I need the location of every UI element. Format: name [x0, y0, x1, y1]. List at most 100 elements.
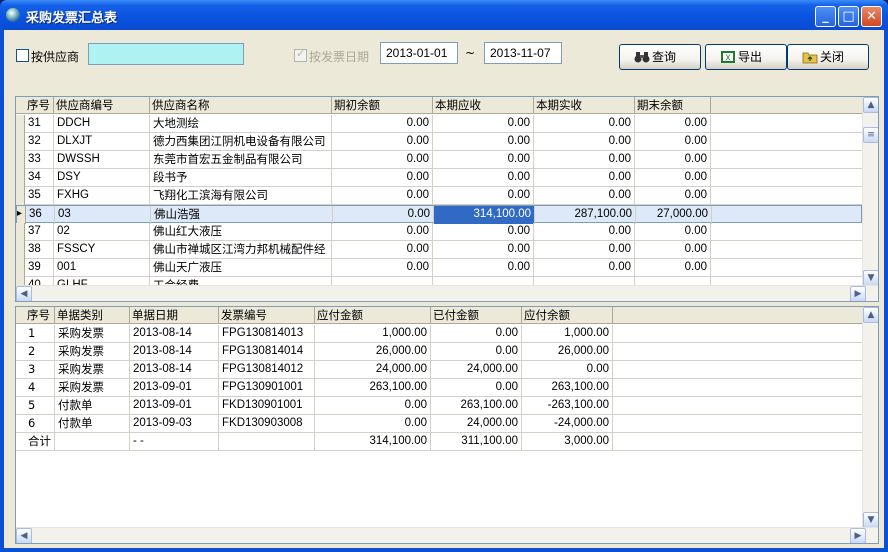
table-cell[interactable]: 0.00 — [332, 187, 433, 205]
row-pointer-icon[interactable]: ▸ — [17, 206, 26, 224]
date-to-input[interactable]: 2013-11-07 — [484, 42, 562, 64]
table-cell[interactable]: 0.00 — [534, 187, 635, 205]
column-header[interactable]: 应付金额 — [315, 307, 431, 324]
table-cell[interactable]: 付款单 — [55, 397, 130, 415]
column-header[interactable]: 序号 — [25, 97, 54, 114]
scroll-right-icon[interactable]: ▶ — [850, 286, 866, 301]
table-cell[interactable]: 0.00 — [534, 223, 635, 241]
table-cell[interactable]: 33 — [25, 151, 54, 169]
table-row[interactable]: ▸ 36 03 佛山浩强 0.00 314,100.00 287,100.00 27,000.… — [16, 205, 862, 224]
column-header[interactable]: 已付金额 — [431, 307, 522, 324]
table-cell[interactable]: 段书予 — [150, 169, 332, 187]
table-cell[interactable]: 314,100.00 — [434, 206, 535, 224]
table-cell[interactable]: 0.00 — [332, 133, 433, 151]
table-row[interactable]: 1 采购发票 2013-08-14 FPG130814013 1,000.00 0.00 1… — [16, 325, 862, 343]
table-cell[interactable]: 38 — [25, 241, 54, 259]
table-cell[interactable]: 287,100.00 — [535, 206, 636, 224]
close-window-button[interactable]: ✕ — [861, 6, 882, 27]
scroll-thumb[interactable]: ≡ — [863, 127, 878, 143]
table-cell[interactable] — [55, 433, 130, 451]
table-cell[interactable]: 合计 — [25, 433, 55, 451]
table-cell[interactable]: 飞翔化工滨海有限公司 — [150, 187, 332, 205]
table-cell[interactable]: 0.00 — [315, 397, 431, 415]
column-header[interactable]: 序号 — [25, 307, 55, 324]
table-row[interactable]: 合计 - - 314,100.00 311,100.00 3,000.00 — [16, 433, 862, 451]
table-cell[interactable]: 0.00 — [332, 241, 433, 259]
table-row[interactable]: 37 02 佛山红大液压 0.00 0.00 0.00 0.00 — [16, 223, 862, 241]
supplier-summary-grid[interactable]: 序号 供应商编号 供应商名称 期初余额 本期应收 本期实收 期末余额 31 DDCH 大地测绘 0.… — [15, 96, 879, 302]
table-cell[interactable]: DDCH — [54, 115, 150, 133]
table-cell[interactable]: 02 — [54, 223, 150, 241]
table-cell[interactable]: 佛山浩强 — [151, 206, 333, 224]
table-cell[interactable]: 付款单 — [55, 415, 130, 433]
scroll-up-icon[interactable]: ▲ — [863, 307, 878, 323]
table-cell[interactable]: FPG130814013 — [219, 325, 315, 343]
table-cell[interactable]: 1,000.00 — [522, 325, 613, 343]
table-cell[interactable]: 0.00 — [431, 343, 522, 361]
table-cell[interactable]: 0.00 — [635, 115, 711, 133]
table-cell[interactable]: 31 — [25, 115, 54, 133]
row-indicator[interactable] — [16, 169, 25, 187]
table-cell[interactable]: 东莞市首宏五金制品有限公司 — [150, 151, 332, 169]
column-header[interactable]: 应付余额 — [522, 307, 613, 324]
table-cell[interactable]: 0.00 — [635, 169, 711, 187]
table-cell[interactable]: 0.00 — [332, 223, 433, 241]
table-cell[interactable]: 0.00 — [433, 115, 534, 133]
table-cell[interactable]: 0.00 — [433, 223, 534, 241]
table-cell[interactable]: 0.00 — [635, 133, 711, 151]
invoice-detail-grid[interactable]: 序号 单据类别 单据日期 发票编号 应付金额 已付金额 应付余额 1 采购发票 2013-08-1… — [15, 306, 879, 544]
title-bar[interactable]: 采购发票汇总表 _ □ ✕ — [0, 0, 888, 30]
table-cell[interactable]: 采购发票 — [55, 379, 130, 397]
table-row[interactable]: 33 DWSSH 东莞市首宏五金制品有限公司 0.00 0.00 0.00 0.00 — [16, 151, 862, 169]
table-cell[interactable]: 2013-08-14 — [130, 361, 219, 379]
table-cell[interactable]: 39 — [25, 259, 54, 277]
table-cell[interactable]: 大地测绘 — [150, 115, 332, 133]
table-cell[interactable]: 0.00 — [534, 133, 635, 151]
table-cell[interactable]: 0.00 — [522, 361, 613, 379]
table-cell[interactable]: 35 — [25, 187, 54, 205]
table-cell[interactable]: 0.00 — [332, 115, 433, 133]
table-cell[interactable]: 263,100.00 — [522, 379, 613, 397]
table-cell[interactable]: DLXJT — [54, 133, 150, 151]
table-cell[interactable]: 0.00 — [635, 223, 711, 241]
horizontal-scrollbar[interactable]: ◀ ▶ — [16, 527, 878, 543]
table-cell[interactable]: 佛山天广液压 — [150, 259, 332, 277]
table-cell[interactable]: 佛山市禅城区江湾力邦机械配件经 — [150, 241, 332, 259]
export-button[interactable]: X 导出 — [705, 44, 787, 70]
table-cell[interactable]: 3,000.00 — [522, 433, 613, 451]
table-cell[interactable]: 德力西集团江阴机电设备有限公司 — [150, 133, 332, 151]
table-cell[interactable]: 37 — [25, 223, 54, 241]
table-cell[interactable]: FPG130814012 — [219, 361, 315, 379]
table-cell[interactable]: 26,000.00 — [315, 343, 431, 361]
table-cell[interactable]: 0.00 — [433, 241, 534, 259]
maximize-button[interactable]: □ — [838, 6, 859, 27]
column-header[interactable]: 本期应收 — [433, 97, 534, 114]
scroll-down-icon[interactable]: ▼ — [863, 270, 878, 286]
table-cell[interactable]: FPG130814014 — [219, 343, 315, 361]
table-cell[interactable]: - - — [130, 433, 219, 451]
table-cell[interactable]: -24,000.00 — [522, 415, 613, 433]
scroll-down-icon[interactable]: ▼ — [863, 512, 878, 528]
table-row[interactable]: 31 DDCH 大地测绘 0.00 0.00 0.00 0.00 — [16, 115, 862, 133]
table-cell[interactable]: 0.00 — [534, 169, 635, 187]
table-cell[interactable]: FKD130901001 — [219, 397, 315, 415]
table-cell[interactable]: 0.00 — [433, 259, 534, 277]
close-button[interactable]: 关闭 — [787, 44, 869, 70]
table-cell[interactable]: 0.00 — [433, 133, 534, 151]
row-indicator[interactable] — [16, 133, 25, 151]
table-row[interactable]: 6 付款单 2013-09-03 FKD130903008 0.00 24,000.00-… — [16, 415, 862, 433]
table-cell[interactable]: 2 — [25, 343, 55, 361]
table-cell[interactable]: 2013-08-14 — [130, 343, 219, 361]
table-cell[interactable]: 5 — [25, 397, 55, 415]
table-cell[interactable]: 0.00 — [635, 187, 711, 205]
table-row[interactable]: 4 采购发票 2013-09-01 FPG130901001 263,100.00 0.0… — [16, 379, 862, 397]
table-row[interactable]: 32 DLXJT 德力西集团江阴机电设备有限公司 0.00 0.00 0.00 0.00 — [16, 133, 862, 151]
by-date-checkbox[interactable] — [294, 47, 307, 62]
table-cell[interactable]: 0.00 — [333, 206, 434, 224]
row-indicator[interactable] — [16, 115, 25, 133]
row-indicator[interactable] — [16, 151, 25, 169]
table-cell[interactable]: 0.00 — [635, 151, 711, 169]
table-cell[interactable]: 0.00 — [534, 151, 635, 169]
column-header[interactable]: 单据类别 — [55, 307, 130, 324]
table-cell[interactable]: 2013-09-03 — [130, 415, 219, 433]
